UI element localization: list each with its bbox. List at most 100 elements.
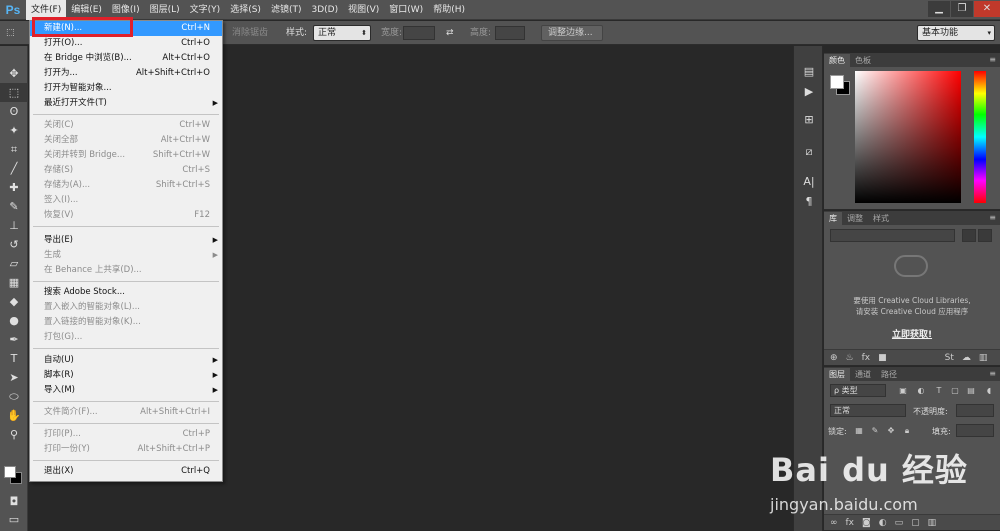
tab-paths[interactable]: 路径 bbox=[876, 368, 902, 381]
menu-item-import[interactable]: 导入(M) ▶ bbox=[30, 383, 222, 398]
stock-icon[interactable]: St bbox=[945, 353, 954, 363]
layer-kind-filter[interactable]: ρ 类型 bbox=[830, 384, 886, 397]
get-cc-link[interactable]: 立即获取! bbox=[824, 327, 1000, 340]
type-tool-icon[interactable]: T bbox=[0, 349, 28, 368]
fx-icon[interactable]: fx bbox=[862, 353, 871, 363]
opacity-input[interactable] bbox=[956, 404, 994, 417]
smart-filter-icon[interactable]: ▤ bbox=[966, 386, 976, 396]
menu-item-shortcut: Alt+Shift+Ctrl+O bbox=[135, 68, 210, 78]
panel-menu-icon[interactable]: ≡ bbox=[989, 213, 996, 222]
hue-slider[interactable] bbox=[974, 71, 986, 203]
width-input[interactable] bbox=[403, 26, 435, 40]
image-filter-icon[interactable]: ▣ bbox=[898, 386, 908, 396]
trash-icon[interactable]: ▥ bbox=[979, 353, 988, 363]
tab-styles[interactable]: 样式 bbox=[868, 212, 894, 225]
clone-stamp-tool-icon[interactable]: ⊥ bbox=[0, 216, 28, 235]
menu-item-search-stock[interactable]: 搜索 Adobe Stock... bbox=[30, 285, 222, 300]
menu-3d[interactable]: 3D(D) bbox=[306, 0, 343, 20]
crop-tool-icon[interactable]: ⌗ bbox=[0, 140, 28, 159]
menu-item-open[interactable]: 打开(O)... Ctrl+O bbox=[30, 36, 222, 51]
zoom-tool-icon[interactable]: ⚲ bbox=[0, 425, 28, 444]
menu-item-open-as[interactable]: 打开为... Alt+Shift+Ctrl+O bbox=[30, 66, 222, 81]
panel-menu-icon[interactable]: ≡ bbox=[989, 369, 996, 378]
height-input[interactable] bbox=[495, 26, 525, 40]
ellipse-tool-icon[interactable]: ⬭ bbox=[0, 387, 28, 406]
blur-tool-icon[interactable]: ◆ bbox=[0, 292, 28, 311]
blend-mode-select[interactable]: 正常 bbox=[830, 404, 906, 417]
screen-mode-icon[interactable]: ▭ bbox=[0, 510, 28, 529]
close-button[interactable]: ✕ bbox=[974, 1, 1000, 17]
cloud-sync-icon[interactable]: ☁ bbox=[962, 353, 971, 363]
menu-window[interactable]: 窗口(W) bbox=[384, 0, 428, 20]
dodge-tool-icon[interactable]: ● bbox=[0, 311, 28, 330]
healing-brush-tool-icon[interactable]: ✚ bbox=[0, 178, 28, 197]
history-icon[interactable]: ▤ bbox=[801, 64, 817, 80]
history-brush-tool-icon[interactable]: ↺ bbox=[0, 235, 28, 254]
lock-position-icon[interactable]: ✥ bbox=[886, 426, 896, 436]
rect-marquee-tool-icon[interactable]: ⬚ bbox=[0, 83, 28, 102]
magic-wand-tool-icon[interactable]: ✦ bbox=[0, 121, 28, 140]
menu-item-automate[interactable]: 自动(U) ▶ bbox=[30, 353, 222, 368]
restore-button[interactable]: ❐ bbox=[951, 1, 973, 17]
quick-mask-icon[interactable]: ◘ bbox=[0, 492, 28, 511]
lock-all-icon[interactable]: 🔒︎ bbox=[902, 426, 912, 436]
menu-item-recent-files[interactable]: 最近打开文件(T) ▶ bbox=[30, 96, 222, 111]
adjust-filter-icon[interactable]: ◐ bbox=[916, 386, 926, 396]
color-add-icon[interactable]: ■ bbox=[878, 353, 887, 363]
tab-adjustments[interactable]: 调整 bbox=[842, 212, 868, 225]
menu-type[interactable]: 文字(Y) bbox=[185, 0, 226, 20]
marquee-tool-icon[interactable]: ⬚ bbox=[6, 25, 15, 41]
menu-item-scripts[interactable]: 脚本(R) ▶ bbox=[30, 368, 222, 383]
tab-libraries[interactable]: 库 bbox=[824, 212, 842, 225]
properties-icon[interactable]: ⊞ bbox=[801, 112, 817, 128]
swap-icon[interactable]: ⇄ bbox=[446, 25, 454, 41]
fill-input[interactable] bbox=[956, 424, 994, 437]
lock-label: 锁定: bbox=[828, 427, 847, 436]
filter-toggle-icon[interactable]: ◖ bbox=[984, 386, 994, 396]
panel-menu-icon[interactable]: ≡ bbox=[989, 55, 996, 64]
hand-tool-icon[interactable]: ✋ bbox=[0, 406, 28, 425]
path-selection-tool-icon[interactable]: ➤ bbox=[0, 368, 28, 387]
menu-item-browse-bridge[interactable]: 在 Bridge 中浏览(B)... Alt+Ctrl+O bbox=[30, 51, 222, 66]
eraser-tool-icon[interactable]: ▱ bbox=[0, 254, 28, 273]
lasso-tool-icon[interactable]: ʘ bbox=[0, 102, 28, 121]
pen-tool-icon[interactable]: ✒ bbox=[0, 330, 28, 349]
menu-help[interactable]: 帮助(H) bbox=[428, 0, 470, 20]
refine-edge-button[interactable]: 调整边缘... bbox=[541, 25, 603, 41]
type-filter-icon[interactable]: T bbox=[934, 386, 944, 396]
menu-item-exit[interactable]: 退出(X) Ctrl+Q bbox=[30, 464, 222, 479]
foreground-color-swatch[interactable] bbox=[4, 466, 16, 478]
list-view-icon[interactable] bbox=[978, 229, 992, 242]
move-tool-icon[interactable]: ✥ bbox=[0, 64, 28, 83]
lock-pixels-icon[interactable]: ✎ bbox=[870, 426, 880, 436]
grid-view-icon[interactable] bbox=[962, 229, 976, 242]
menu-select[interactable]: 选择(S) bbox=[225, 0, 266, 20]
tab-swatches[interactable]: 色板 bbox=[850, 54, 876, 67]
character-icon[interactable]: A| bbox=[801, 174, 817, 190]
foreground-color-chip[interactable] bbox=[830, 75, 844, 89]
tab-layers[interactable]: 图层 bbox=[824, 368, 850, 381]
menu-view[interactable]: 视图(V) bbox=[343, 0, 384, 20]
tab-channels[interactable]: 通道 bbox=[850, 368, 876, 381]
paragraph-icon[interactable]: ¶ bbox=[801, 194, 817, 210]
brush-add-icon[interactable]: ♨ bbox=[846, 353, 854, 363]
lock-transparent-icon[interactable]: ▦ bbox=[854, 426, 864, 436]
eyedropper-tool-icon[interactable]: ╱ bbox=[0, 159, 28, 178]
actions-play-icon[interactable]: ▶ bbox=[801, 84, 817, 100]
library-select[interactable] bbox=[830, 229, 955, 242]
tab-color[interactable]: 颜色 bbox=[824, 54, 850, 67]
color-picker-field[interactable] bbox=[855, 71, 961, 203]
workspace-select[interactable]: 基本功能 ▾ bbox=[917, 25, 995, 41]
style-select[interactable]: 正常 ⬍ bbox=[313, 25, 371, 41]
menu-filter[interactable]: 滤镜(T) bbox=[266, 0, 307, 20]
menu-item-open-smart-object[interactable]: 打开为智能对象... bbox=[30, 81, 222, 96]
antialias-checkbox-label[interactable]: 消除锯齿 bbox=[232, 25, 268, 41]
menu-layer[interactable]: 图层(L) bbox=[145, 0, 185, 20]
brush-presets-icon[interactable]: ⧄ bbox=[801, 144, 817, 160]
minimize-button[interactable]: ▁ bbox=[928, 1, 950, 17]
brush-tool-icon[interactable]: ✎ bbox=[0, 197, 28, 216]
menu-item-export[interactable]: 导出(E) ▶ bbox=[30, 233, 222, 248]
gradient-tool-icon[interactable]: ▦ bbox=[0, 273, 28, 292]
shape-filter-icon[interactable]: ▢ bbox=[950, 386, 960, 396]
add-graphic-icon[interactable]: ⊕ bbox=[830, 353, 838, 363]
